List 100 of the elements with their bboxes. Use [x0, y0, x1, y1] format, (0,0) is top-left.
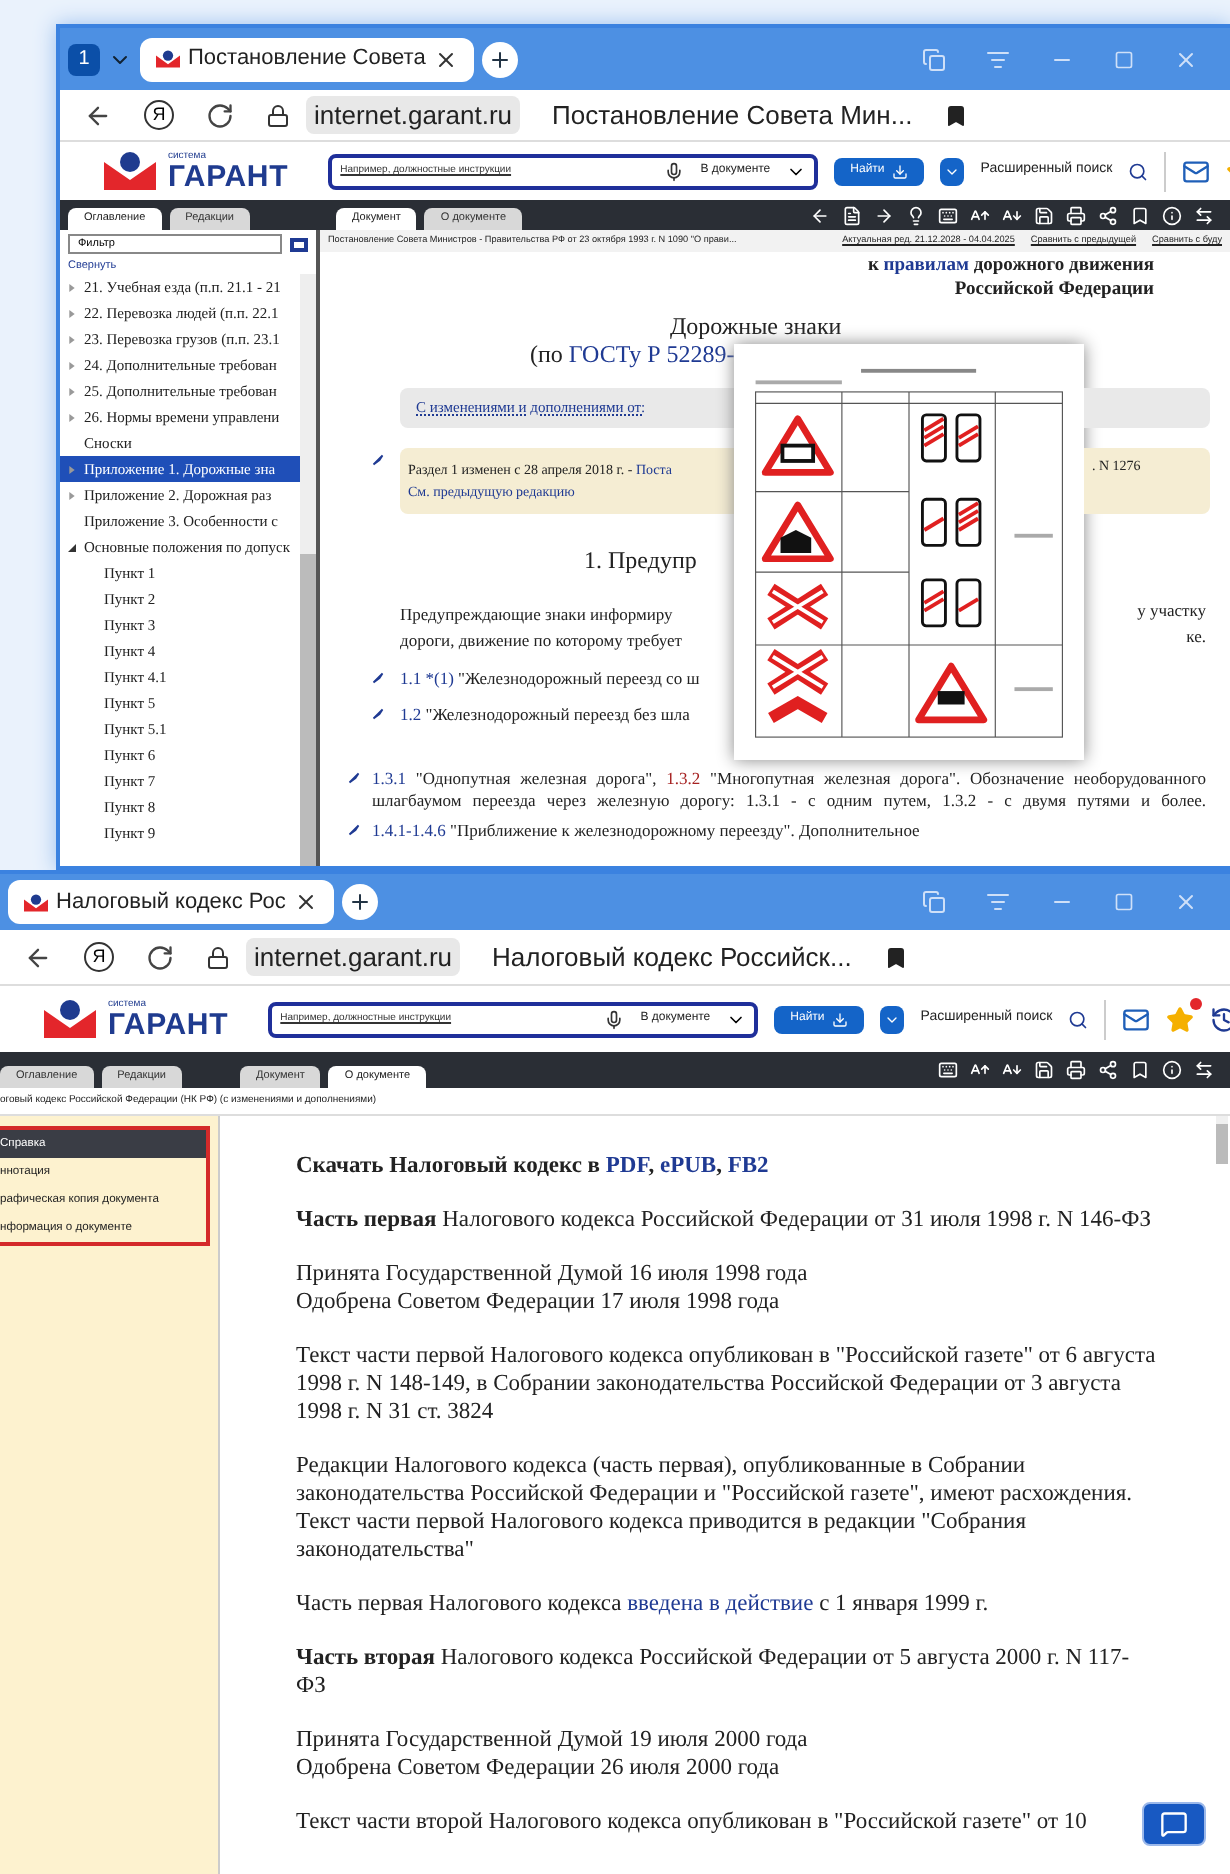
reload-icon[interactable]: [206, 101, 234, 129]
home-button[interactable]: Я: [144, 100, 174, 130]
browser-tab[interactable]: Налоговый кодекс Рос: [8, 880, 334, 924]
text-link[interactable]: ГОСТу Р 52289-: [568, 340, 735, 368]
scrollbar[interactable]: [1216, 1116, 1228, 1164]
panel-toggle-icon[interactable]: [290, 237, 308, 251]
expanded-arrow-icon[interactable]: [68, 543, 76, 552]
text-link[interactable]: 1.1 *(1): [400, 668, 454, 688]
text-link[interactable]: 1.3.2: [666, 768, 701, 788]
collapsed-arrow-icon[interactable]: [68, 283, 76, 292]
paragraph-text: Одобрена Советом Федерации 26 июля 2000 года: [296, 1754, 782, 1782]
info-icon[interactable]: [1162, 1060, 1182, 1080]
address-domain[interactable]: internet.garant.ru: [246, 937, 461, 977]
arrow-left-icon[interactable]: [810, 205, 830, 225]
swap-icon[interactable]: [1194, 1060, 1214, 1080]
document-icon[interactable]: [842, 205, 862, 225]
keyboard-icon[interactable]: [938, 1060, 958, 1080]
share-icon[interactable]: [1098, 205, 1118, 225]
plus-icon: [347, 890, 372, 914]
text-link[interactable]: FB2: [727, 1154, 769, 1178]
mail-icon[interactable]: [1122, 1005, 1151, 1033]
text-link[interactable]: 1.2: [400, 704, 422, 724]
tab-counter[interactable]: 1: [68, 43, 100, 75]
download-icon: [832, 1011, 849, 1027]
arrow-right-icon[interactable]: [874, 205, 894, 225]
text-link[interactable]: введена в действие: [627, 1592, 814, 1616]
paragraph-text: Часть первая Налогового кодекса введена в действие с 1 января 1999 г.: [296, 1590, 991, 1618]
paragraph-text: Скачать Налоговый кодекс в PDF, ePUB, FB2: [296, 1152, 771, 1180]
paragraph-text: у участку: [1137, 598, 1206, 624]
font-increase-icon[interactable]: [970, 1060, 990, 1080]
plus-icon: [487, 47, 512, 71]
dropdown-button[interactable]: [880, 1005, 905, 1033]
keyboard-icon[interactable]: [938, 205, 958, 225]
browser-tab[interactable]: Постановление Совета: [140, 37, 474, 81]
section-heading: 1. Предупр: [582, 546, 699, 574]
history-icon[interactable]: [1210, 1005, 1230, 1033]
print-icon[interactable]: [1066, 1060, 1086, 1080]
save-icon[interactable]: [1034, 1060, 1054, 1080]
bookmark-icon[interactable]: [1130, 205, 1150, 225]
save-icon[interactable]: [1034, 205, 1054, 225]
changes-panel: [1084, 388, 1210, 428]
chat-button[interactable]: [1142, 1802, 1206, 1846]
bookmark-icon[interactable]: [944, 103, 969, 127]
paragraph-text: Часть вторая Налогового кодекса Российской Федерации от 5 августа 2000 г. N 117-ФЗ: [296, 1644, 1132, 1700]
collapsed-arrow-icon[interactable]: [68, 387, 76, 396]
page-title: Налоговый кодекс Российск...: [492, 939, 852, 976]
logo-icon: [40, 997, 100, 1041]
collapsed-arrow-icon[interactable]: [68, 335, 76, 344]
lock-icon: [266, 103, 290, 127]
collapsed-arrow-icon[interactable]: [68, 361, 76, 370]
swap-icon[interactable]: [1194, 205, 1214, 225]
bookmark-icon[interactable]: [1130, 1060, 1150, 1080]
font-decrease-icon[interactable]: [1002, 205, 1022, 225]
dropdown-button[interactable]: [940, 157, 965, 185]
site-icon: [156, 50, 180, 68]
document-heading: Дорожные знаки: [670, 312, 842, 340]
paragraph-text: 1.4.1-1.4.6 "Приближение к железнодорожному переезду". Дополнительное: [372, 820, 920, 842]
text-link[interactable]: правилам: [883, 256, 969, 276]
page-title: Постановление Совета Мин...: [552, 97, 913, 134]
font-increase-icon[interactable]: [970, 205, 990, 225]
collapsed-arrow-icon[interactable]: [68, 413, 76, 422]
back-icon[interactable]: [24, 943, 52, 971]
bookmark-icon[interactable]: [883, 945, 908, 969]
microphone-icon[interactable]: [604, 1009, 625, 1029]
bullet-icon: [372, 672, 384, 684]
scrollbar[interactable]: [300, 274, 316, 866]
paragraph-text: Текст части первой Налогового кодекса опубликован в "Российской газете" от 6 августа 1998 г. N 148-149, в Собрании законодательства Российской Федерации от 3 августа 1998 г. N 31 ст. 3824: [296, 1342, 1158, 1426]
microphone-icon[interactable]: [664, 161, 685, 181]
home-button[interactable]: Я: [84, 942, 114, 972]
search-icon[interactable]: [1068, 1009, 1089, 1029]
text-link[interactable]: 1.4.1-1.4.6: [372, 820, 446, 840]
text-link[interactable]: ePUB: [659, 1154, 717, 1178]
reload-icon[interactable]: [146, 943, 174, 971]
close-icon[interactable]: [293, 890, 318, 914]
mail-icon[interactable]: [1182, 157, 1211, 185]
info-icon[interactable]: [1162, 205, 1182, 225]
share-icon[interactable]: [1098, 1060, 1118, 1080]
document-heading: (по ГОСТу Р 52289-: [528, 340, 734, 368]
collapsed-arrow-icon[interactable]: [68, 309, 76, 318]
paragraph-text: Принята Государственной Думой 19 июля 2000 года: [296, 1726, 810, 1754]
lightbulb-icon[interactable]: [906, 205, 926, 225]
text-link[interactable]: 1.3.1: [372, 768, 406, 788]
print-icon[interactable]: [1066, 205, 1086, 225]
text-link[interactable]: PDF: [605, 1154, 649, 1178]
collapsed-arrow-icon[interactable]: [68, 491, 76, 500]
new-tab-button[interactable]: [481, 41, 518, 77]
close-icon[interactable]: [433, 47, 458, 71]
star-icon[interactable]: [1166, 1005, 1195, 1033]
paragraph-text: Текст части второй Налогового кодекса опубликован в "Российской газете" от 10: [296, 1808, 1089, 1836]
address-domain[interactable]: internet.garant.ru: [306, 95, 521, 135]
paragraph-text: Принята Государственной Думой 16 июля 1998 года: [296, 1260, 810, 1288]
logo-name: ГАРАНТ: [108, 1009, 229, 1039]
font-decrease-icon[interactable]: [1002, 1060, 1022, 1080]
annex-caption: Российской Федерации: [954, 278, 1154, 302]
back-icon[interactable]: [84, 101, 112, 129]
paragraph-text: 1.3.1 "Однопутная железная дорога", 1.3.2 "Многопутная железная дорога". Обозначение необорудованного шлагбаумом переезда через железную дорогу: 1.3.1 - с одним путем, 1.3.2 - с двумя путями и более.: [372, 768, 1206, 812]
new-tab-button[interactable]: [341, 884, 378, 920]
paragraph-text: Часть первая Налогового кодекса Российской Федерации от 31 июля 1998 г. N 146-ФЗ: [296, 1206, 1153, 1234]
collapsed-arrow-icon[interactable]: [68, 465, 76, 474]
search-icon[interactable]: [1128, 161, 1149, 181]
